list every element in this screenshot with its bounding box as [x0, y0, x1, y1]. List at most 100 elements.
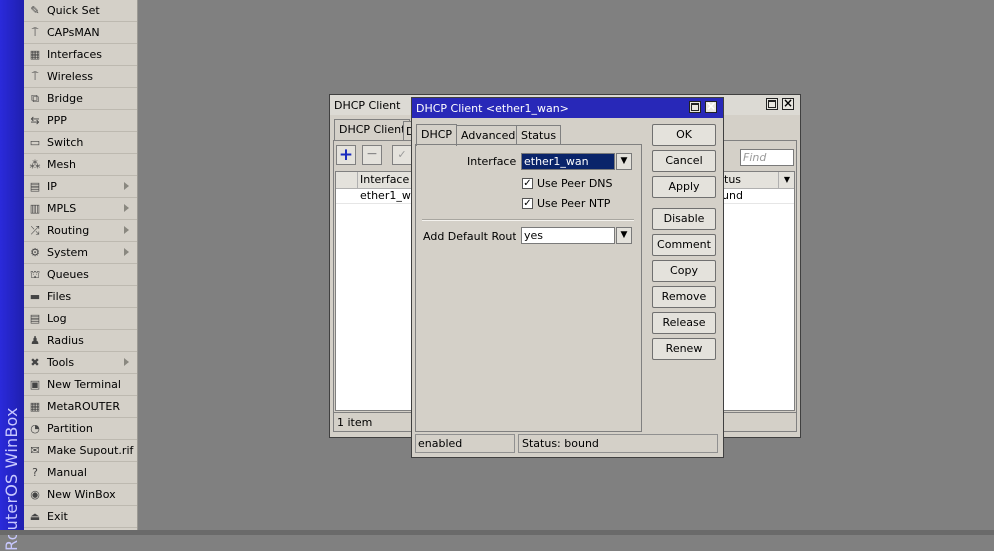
brand-strip: RouterOS WinBox: [0, 0, 24, 551]
sidebar-item-metarouter[interactable]: ▦ MetaROUTER: [24, 396, 137, 418]
interface-label: Interface: [467, 155, 517, 168]
add-default-route-select[interactable]: yes: [521, 227, 615, 244]
submenu-arrow-icon: [124, 248, 129, 256]
btn-label: Copy: [670, 264, 698, 277]
capsman-icon: ⍑: [31, 25, 39, 39]
col-header-interface[interactable]: Interface: [360, 173, 409, 186]
sidebar-item-mpls[interactable]: ▥ MPLS: [24, 198, 137, 220]
ok-button[interactable]: OK: [652, 124, 716, 146]
remove-button[interactable]: Remove: [652, 286, 716, 308]
release-button[interactable]: Release: [652, 312, 716, 334]
sidebar-item-mesh[interactable]: ⁂ Mesh: [24, 154, 137, 176]
sidebar-item-routing[interactable]: ⤮ Routing: [24, 220, 137, 242]
sidebar-item-interfaces[interactable]: ▦ Interfaces: [24, 44, 137, 66]
manual-icon: ?: [32, 465, 38, 479]
col-header-blank[interactable]: [336, 172, 358, 188]
default-route-dropdown[interactable]: ▼: [616, 227, 632, 244]
sidebar-item-bridge[interactable]: ⧉ Bridge: [24, 88, 137, 110]
metarouter-icon: ▦: [29, 399, 41, 413]
add-button[interactable]: +: [336, 145, 356, 165]
tab-advanced[interactable]: Advanced: [456, 125, 521, 145]
sidebar-item-log[interactable]: ▤ Log: [24, 308, 137, 330]
column-chooser[interactable]: ▼: [778, 172, 795, 188]
use-peer-ntp-checkbox[interactable]: ✓: [522, 198, 533, 209]
mesh-icon: ⁂: [29, 157, 41, 171]
sidebar-item-label: Bridge: [47, 92, 83, 105]
btn-label: Renew: [665, 342, 703, 355]
tab-dhcp-client[interactable]: DHCP Client: [334, 119, 411, 141]
sidebar-item-files[interactable]: ▬ Files: [24, 286, 137, 308]
sidebar-item-label: Partition: [47, 422, 93, 435]
wireless-icon: ⍑: [31, 69, 39, 83]
cell-interface: ether1_wa: [360, 189, 418, 202]
sidebar-item-queues[interactable]: ⛫ Queues: [24, 264, 137, 286]
interface-dropdown[interactable]: ▼: [616, 153, 632, 170]
sidebar-item-label: New Terminal: [47, 378, 121, 391]
routing-icon: ⤮: [30, 223, 40, 237]
sidebar-item-ip[interactable]: ▤ IP: [24, 176, 137, 198]
ppp-icon: ⇆: [30, 113, 40, 127]
remove-button[interactable]: −: [362, 145, 382, 165]
sidebar-item-label: Mesh: [47, 158, 76, 171]
col-header-status[interactable]: tus: [720, 172, 780, 188]
tab-dhcp[interactable]: DHCP: [416, 124, 458, 146]
sidebar-item-new-terminal[interactable]: ▣ New Terminal: [24, 374, 137, 396]
interface-value: ether1_wan: [524, 155, 589, 168]
comment-button[interactable]: Comment: [652, 234, 716, 256]
tab-status[interactable]: Status: [516, 125, 562, 145]
status-enabled-text: enabled: [418, 437, 463, 450]
dialog-titlebar[interactable]: DHCP Client <ether1_wan> ×: [412, 98, 723, 118]
sidebar-item-new-winbox[interactable]: ◉ New WinBox: [24, 484, 137, 506]
enable-button[interactable]: ✓: [392, 145, 412, 165]
sidebar-item-label: Routing: [47, 224, 90, 237]
status-bound: Status: bound: [518, 434, 718, 453]
item-count: 1 item: [337, 416, 373, 429]
use-peer-ntp-label: Use Peer NTP: [537, 197, 611, 210]
status-bound-text: Status: bound: [522, 437, 599, 450]
tab-label: DHCP: [421, 128, 453, 141]
btn-label: Apply: [668, 180, 700, 193]
cancel-button[interactable]: Cancel: [652, 150, 716, 172]
sidebar-item-capsman[interactable]: ⍑ CAPsMAN: [24, 22, 137, 44]
sidebar-item-label: MPLS: [47, 202, 77, 215]
sidebar-item-label: Switch: [47, 136, 84, 149]
chevron-down-icon: ▼: [783, 175, 791, 184]
sidebar-item-system[interactable]: ⚙ System: [24, 242, 137, 264]
sidebar-item-exit[interactable]: ⏏ Exit: [24, 506, 137, 528]
find-input[interactable]: Find: [740, 149, 794, 166]
submenu-arrow-icon: [124, 182, 129, 190]
apply-button[interactable]: Apply: [652, 176, 716, 198]
sidebar-item-partition[interactable]: ◔ Partition: [24, 418, 137, 440]
sidebar-item-ppp[interactable]: ⇆ PPP: [24, 110, 137, 132]
sidebar-item-wireless[interactable]: ⍑ Wireless: [24, 66, 137, 88]
cell-status: und: [722, 189, 743, 202]
sidebar-item-switch[interactable]: ▭ Switch: [24, 132, 137, 154]
sidebar-item-manual[interactable]: ? Manual: [24, 462, 137, 484]
sidebar-item-tools[interactable]: ✖ Tools: [24, 352, 137, 374]
sidebar-item-make-supout-rif[interactable]: ✉ Make Supout.rif: [24, 440, 137, 462]
disable-button[interactable]: Disable: [652, 208, 716, 230]
close-icon[interactable]: ×: [705, 100, 717, 113]
submenu-arrow-icon: [124, 204, 129, 212]
use-peer-dns-checkbox[interactable]: ✓: [522, 178, 533, 189]
renew-button[interactable]: Renew: [652, 338, 716, 360]
exit-icon: ⏏: [29, 509, 41, 523]
chevron-down-icon: ▼: [620, 230, 628, 240]
sidebar-item-quick-set[interactable]: ✎ Quick Set: [24, 0, 137, 22]
btn-label: Remove: [661, 290, 707, 303]
mpls-icon: ▥: [29, 201, 41, 215]
files-icon: ▬: [29, 289, 41, 303]
maximize-icon[interactable]: [766, 98, 778, 110]
sidebar-item-label: Quick Set: [47, 4, 100, 17]
interface-select[interactable]: ether1_wan: [521, 153, 615, 170]
sidebar-item-label: Interfaces: [47, 48, 102, 61]
sidebar-item-label: Make Supout.rif: [47, 444, 134, 457]
bottom-edge: [0, 530, 994, 535]
col-label: tus: [724, 173, 742, 186]
switch-icon: ▭: [29, 135, 41, 149]
maximize-icon[interactable]: [689, 101, 701, 113]
partition-icon: ◔: [30, 421, 40, 435]
close-icon[interactable]: ×: [782, 97, 794, 110]
sidebar-item-radius[interactable]: ♟ Radius: [24, 330, 137, 352]
copy-button[interactable]: Copy: [652, 260, 716, 282]
